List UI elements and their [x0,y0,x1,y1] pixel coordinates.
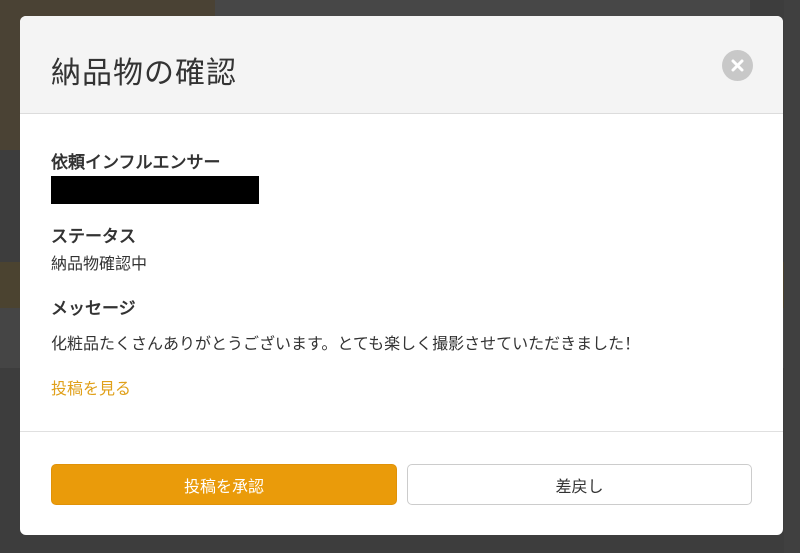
influencer-value-redacted [51,176,259,204]
return-button[interactable]: 差戻し [407,464,752,505]
message-label: メッセージ [51,299,136,319]
close-button[interactable] [722,50,753,81]
modal-header: 納品物の確認 [20,16,783,114]
status-label: ステータス [51,227,136,247]
message-value: 化粧品たくさんありがとうございます。とても楽しく撮影させていただきました！ [51,334,641,353]
status-value: 納品物確認中 [51,254,148,273]
modal-body: 依頼インフルエンサー ステータス 納品物確認中 メッセージ 化粧品たくさんありが… [20,114,783,432]
influencer-label: 依頼インフルエンサー [51,153,221,173]
view-post-link[interactable]: 投稿を見る [51,375,131,399]
delivery-confirmation-modal: 納品物の確認 依頼インフルエンサー ステータス 納品物確認中 メッセージ 化粧品… [20,16,783,535]
approve-post-button[interactable]: 投稿を承認 [51,464,397,505]
close-icon [731,59,744,72]
modal-footer: 投稿を承認 差戻し [20,432,783,534]
modal-title: 納品物の確認 [51,56,237,91]
background-edge [784,0,800,553]
